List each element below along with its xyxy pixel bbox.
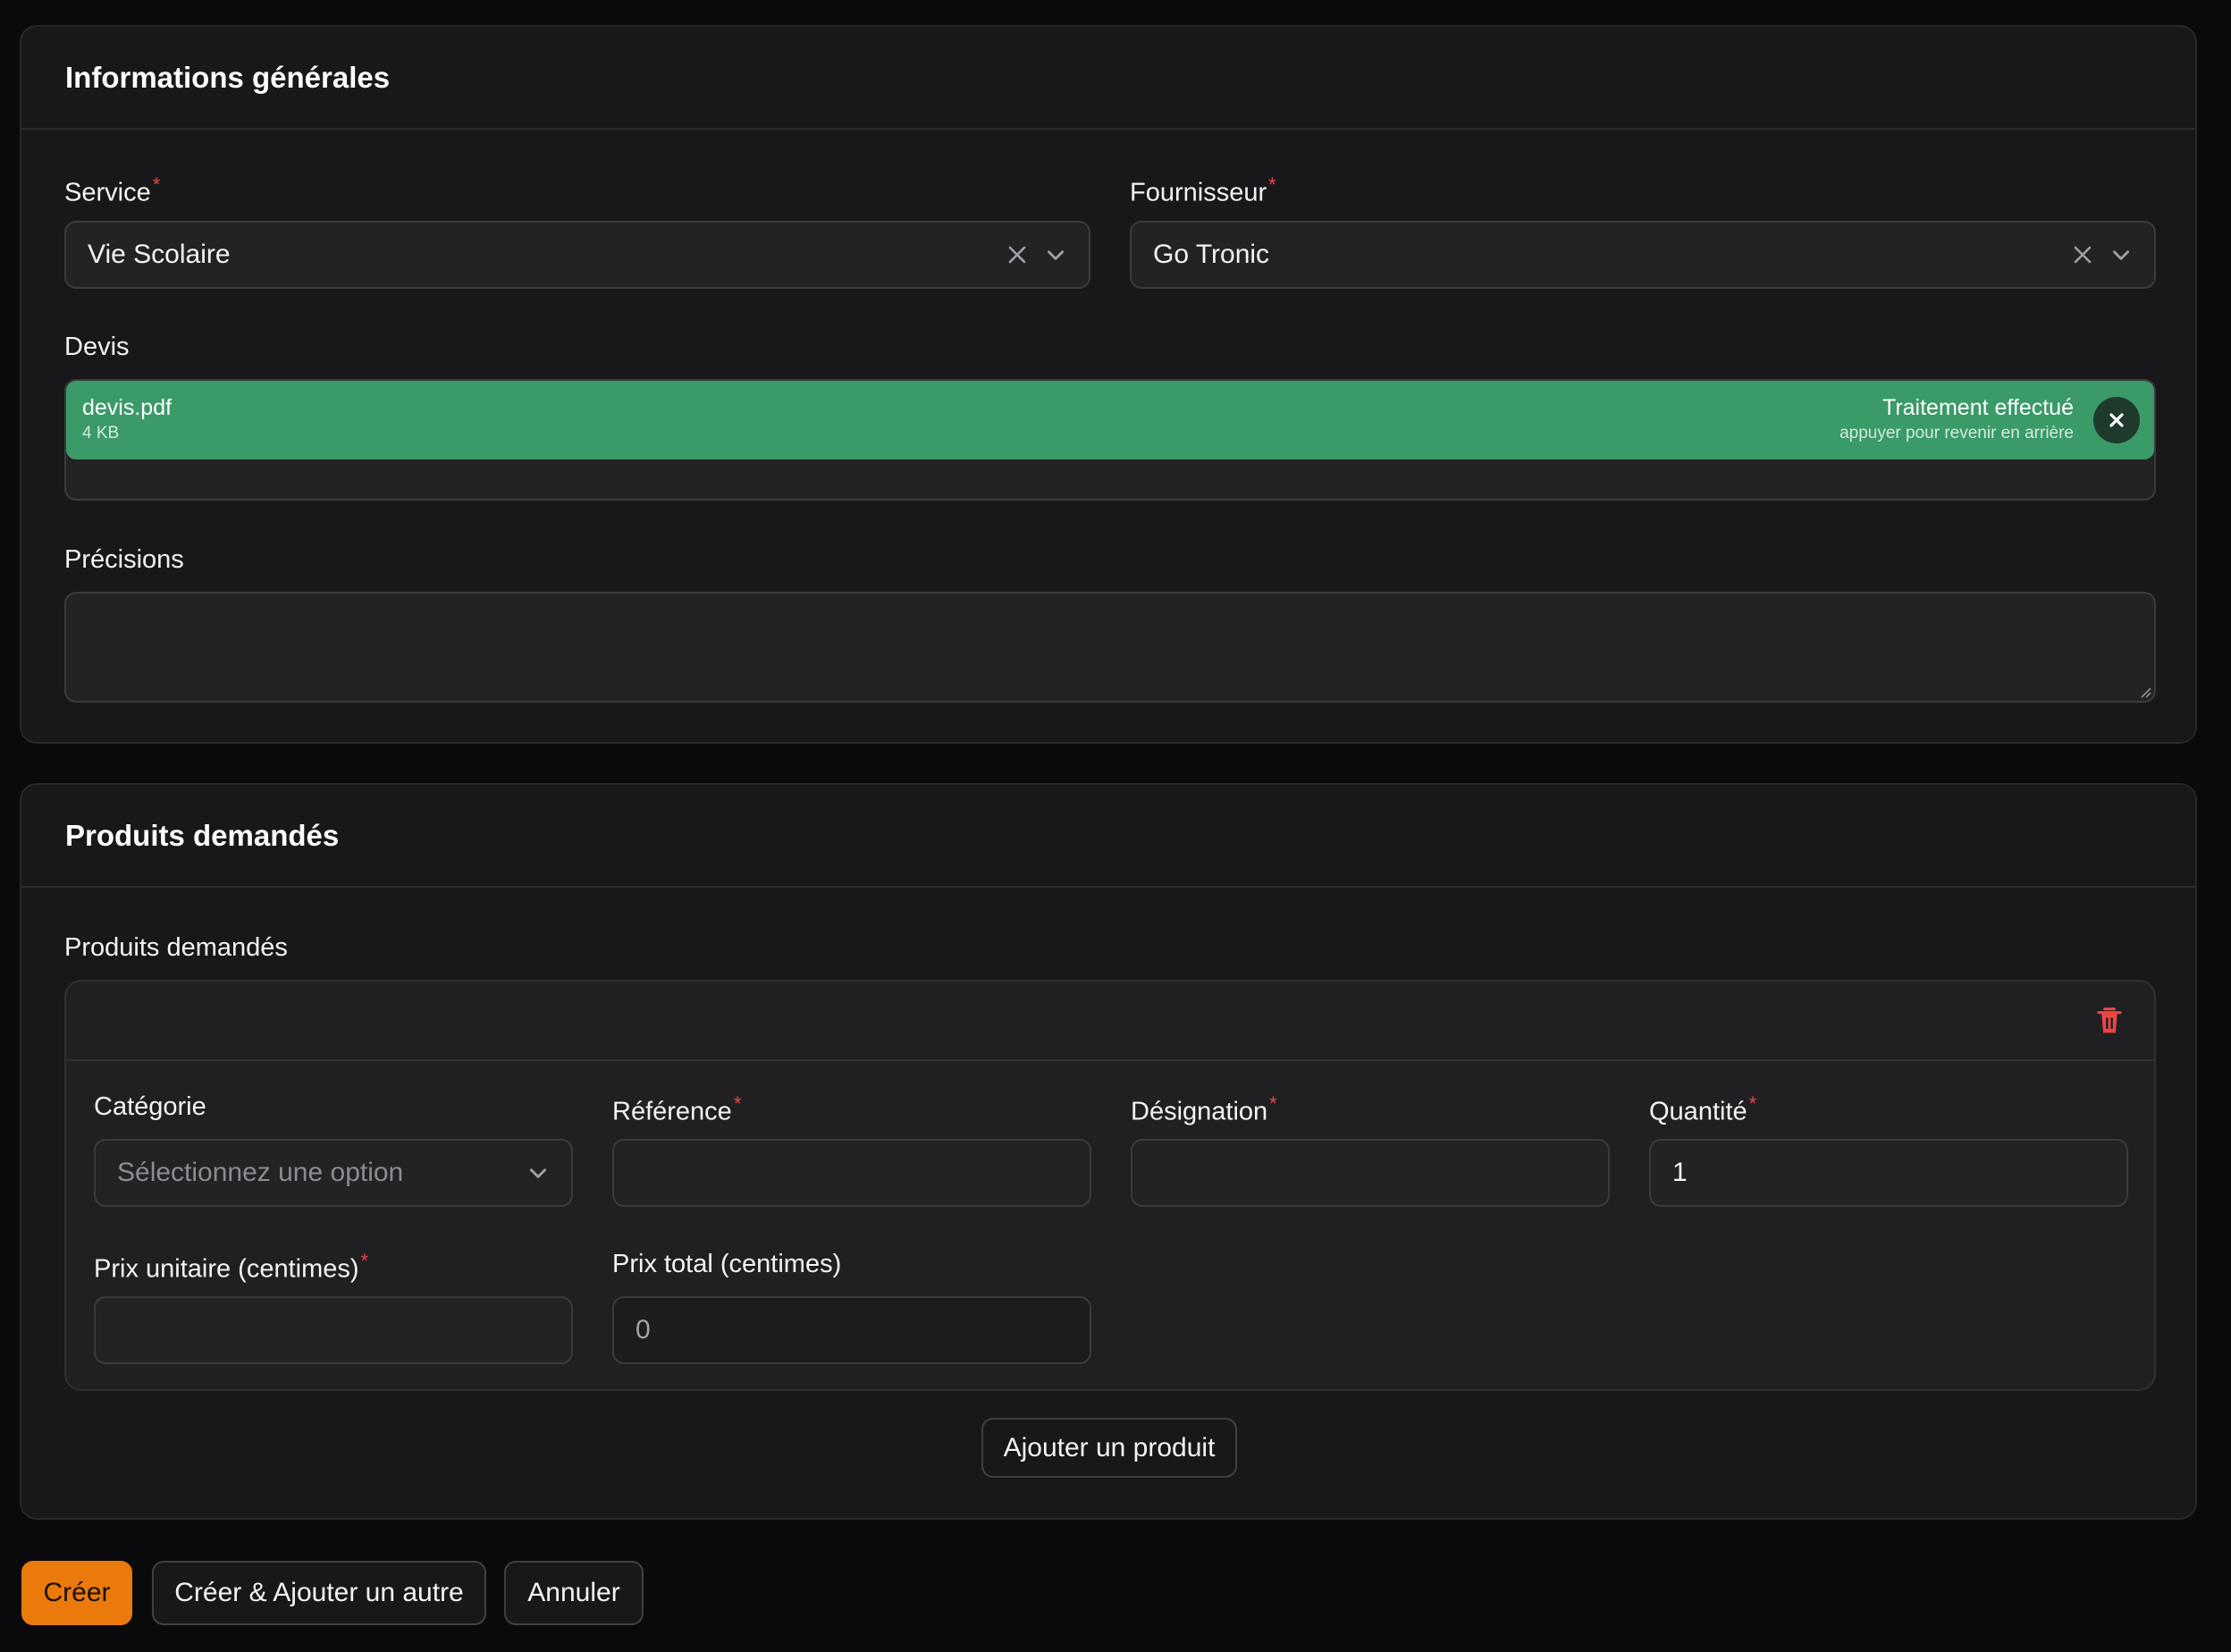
products-header: Produits demandés: [21, 785, 2195, 888]
reference-input[interactable]: [612, 1139, 1091, 1207]
products-repeater-label: Produits demandés: [64, 933, 288, 962]
required-marker: *: [1269, 1092, 1277, 1115]
service-select[interactable]: Vie Scolaire: [64, 221, 1090, 289]
products-title: Produits demandés: [65, 818, 340, 852]
required-marker: *: [360, 1250, 369, 1272]
products-card: Produits demandés Produits demandés Caté…: [20, 783, 2197, 1520]
total-price-label: Prix total (centimes): [612, 1250, 842, 1278]
service-label: Service*: [64, 173, 161, 207]
add-product-button[interactable]: Ajouter un produit: [981, 1418, 1237, 1478]
general-info-header: Informations générales: [21, 27, 2195, 130]
resize-handle-icon[interactable]: [2138, 685, 2152, 699]
quote-label: Devis: [64, 333, 130, 361]
cancel-button[interactable]: Annuler: [504, 1561, 644, 1625]
product-item-header: [66, 982, 2154, 1061]
reference-label: Référence*: [612, 1092, 742, 1126]
file-name: devis.pdf: [82, 395, 173, 420]
service-value: Vie Scolaire: [88, 240, 231, 269]
clear-icon[interactable]: [2072, 244, 2093, 266]
close-icon: [2109, 413, 2124, 427]
supplier-label: Fournisseur*: [1130, 173, 1276, 207]
designation-label: Désignation*: [1131, 1092, 1277, 1126]
chevron-down-icon[interactable]: [526, 1161, 550, 1184]
remove-file-button[interactable]: [2093, 397, 2140, 443]
chevron-down-icon[interactable]: [1044, 243, 1067, 266]
file-size: 4 KB: [82, 424, 120, 442]
quote-upload[interactable]: devis.pdf 4 KB Traitement effectué appuy…: [64, 379, 2156, 501]
category-select[interactable]: Sélectionnez une option: [94, 1139, 573, 1207]
supplier-select[interactable]: Go Tronic: [1130, 221, 2156, 289]
upload-status: Traitement effectué: [1882, 395, 2074, 420]
required-marker: *: [152, 173, 161, 196]
quantity-label: Quantité*: [1649, 1092, 1757, 1126]
create-another-button[interactable]: Créer & Ajouter un autre: [152, 1561, 486, 1625]
total-price-input[interactable]: 0: [612, 1296, 1091, 1364]
category-placeholder: Sélectionnez une option: [117, 1158, 404, 1187]
required-marker: *: [1268, 173, 1276, 196]
product-item: Catégorie Sélectionnez une option Référe…: [64, 980, 2156, 1391]
supplier-value: Go Tronic: [1153, 240, 1270, 269]
designation-input[interactable]: [1131, 1139, 1610, 1207]
delete-product-button[interactable]: [2095, 1005, 2124, 1041]
required-marker: *: [1748, 1092, 1757, 1115]
unit-price-input[interactable]: [94, 1296, 573, 1364]
quantity-input[interactable]: 1: [1649, 1139, 2128, 1207]
unit-price-label: Prix unitaire (centimes)*: [94, 1250, 369, 1284]
clear-icon[interactable]: [1006, 244, 1028, 266]
general-info-title: Informations générales: [65, 60, 391, 94]
details-label: Précisions: [64, 545, 184, 574]
required-marker: *: [733, 1092, 742, 1115]
create-button[interactable]: Créer: [21, 1561, 132, 1625]
upload-hint: appuyer pour revenir en arrière: [1840, 424, 2074, 442]
details-textarea[interactable]: [64, 592, 2156, 703]
trash-icon: [2097, 1007, 2122, 1033]
chevron-down-icon[interactable]: [2109, 243, 2133, 266]
general-info-card: Informations générales Service* Vie Scol…: [20, 25, 2197, 744]
category-label: Catégorie: [94, 1092, 206, 1121]
uploaded-file[interactable]: devis.pdf 4 KB Traitement effectué appuy…: [66, 381, 2154, 459]
